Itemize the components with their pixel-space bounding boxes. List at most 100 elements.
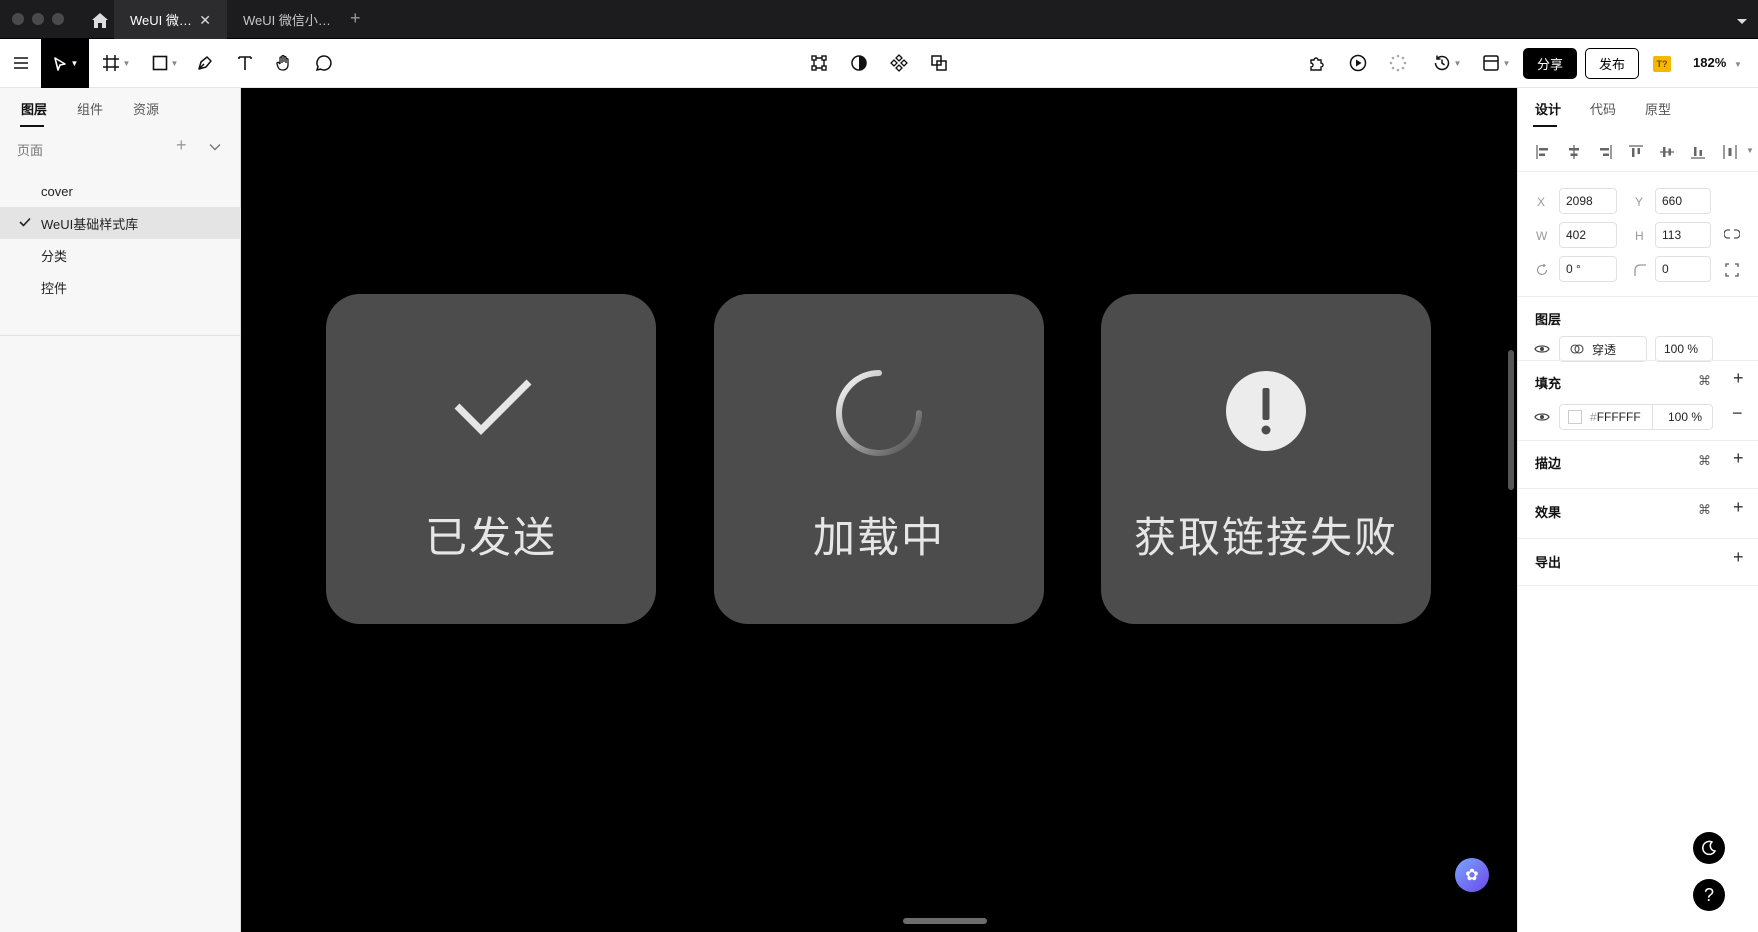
help-button[interactable]: ? <box>1693 879 1725 911</box>
fill-section-title: 填充 <box>1535 376 1562 391</box>
close-icon[interactable]: ✕ <box>199 12 211 29</box>
x-field[interactable]: 2098 <box>1559 188 1617 214</box>
create-component-button[interactable] <box>888 47 910 79</box>
active-tab-indicator <box>20 125 44 127</box>
rotation-field[interactable]: 0 ° <box>1559 256 1617 282</box>
page-item-weui-base[interactable]: WeUI基础样式库 <box>0 207 241 239</box>
align-top-icon[interactable] <box>1628 144 1644 160</box>
height-field[interactable]: 113 <box>1655 222 1711 248</box>
distribute-dropdown-icon[interactable]: ▼ <box>1746 146 1754 155</box>
add-stroke-icon[interactable]: + <box>1733 448 1744 469</box>
hand-tool-button[interactable] <box>273 47 295 79</box>
zoom-window-button[interactable] <box>52 13 64 25</box>
new-tab-button[interactable]: + <box>350 8 361 29</box>
tab-label: WeUI 微… <box>130 13 192 28</box>
blend-mode-select[interactable]: 穿透 <box>1559 336 1647 362</box>
constrain-proportions-icon[interactable] <box>1724 229 1740 239</box>
distribute-icon[interactable] <box>1722 144 1738 160</box>
eye-icon[interactable] <box>1534 411 1550 423</box>
align-bottom-icon[interactable] <box>1690 144 1706 160</box>
ai-assistant-icon[interactable]: ✿ <box>1455 858 1489 892</box>
font-missing-badge[interactable]: T? <box>1653 56 1671 72</box>
layer-opacity-field[interactable]: 100 % <box>1655 336 1713 362</box>
home-icon[interactable] <box>88 9 112 31</box>
play-prototype-button[interactable] <box>1347 47 1369 79</box>
stroke-section: 描边 ⌘ + <box>1518 440 1758 488</box>
chevron-down-icon[interactable] <box>209 139 221 154</box>
component-icon <box>890 54 908 72</box>
y-field[interactable]: 660 <box>1655 188 1711 214</box>
minimize-window-button[interactable] <box>32 13 44 25</box>
toast-error[interactable]: 获取链接失败 <box>1101 294 1431 624</box>
component-edit-button[interactable] <box>808 47 830 79</box>
tab-layers[interactable]: 图层 <box>21 99 47 118</box>
align-right-icon[interactable] <box>1597 144 1613 160</box>
radius-field[interactable]: 0 <box>1655 256 1711 282</box>
shape-tool-button[interactable]: ▼ <box>149 47 181 79</box>
frame-tool-button[interactable]: ▼ <box>100 47 132 79</box>
stroke-section-title: 描边 <box>1535 456 1562 471</box>
history-button[interactable]: ▼ <box>1430 47 1464 79</box>
play-icon <box>1349 54 1367 72</box>
align-center-h-icon[interactable] <box>1566 144 1582 160</box>
width-field[interactable]: 402 <box>1559 222 1617 248</box>
page-item-category[interactable]: 分类 <box>0 239 241 271</box>
mask-button[interactable] <box>848 47 870 79</box>
fill-color-field[interactable]: # FFFFFF 100 % <box>1559 404 1713 430</box>
layout-button[interactable]: ▼ <box>1479 47 1513 79</box>
vertical-scrollbar[interactable] <box>1508 350 1514 490</box>
horizontal-scrollbar[interactable] <box>903 918 987 924</box>
style-library-icon[interactable]: ⌘ <box>1698 373 1711 389</box>
right-panel: 设计 代码 原型 ▼ X 2098 Y 660 W 402 H 113 0 ° … <box>1517 88 1758 932</box>
pen-tool-button[interactable] <box>194 47 216 79</box>
check-icon <box>454 379 532 435</box>
puzzle-icon <box>1310 57 1324 71</box>
page-item-label: WeUI基础样式库 <box>41 216 139 232</box>
plugins-button[interactable] <box>1306 47 1328 79</box>
tab-components[interactable]: 组件 <box>77 99 103 118</box>
cursor-icon <box>53 56 66 71</box>
add-export-icon[interactable]: + <box>1733 547 1744 568</box>
page-item-controls[interactable]: 控件 <box>0 271 241 303</box>
boolean-union-icon <box>931 55 947 71</box>
fill-color-swatch[interactable] <box>1568 410 1582 424</box>
comment-tool-button[interactable] <box>313 47 335 79</box>
menu-icon[interactable] <box>8 47 34 79</box>
tab-design[interactable]: 设计 <box>1535 99 1561 118</box>
tab-code[interactable]: 代码 <box>1590 99 1616 118</box>
zoom-level[interactable]: 182% <box>1693 55 1726 70</box>
remove-fill-icon[interactable]: − <box>1732 403 1743 424</box>
align-left-icon[interactable] <box>1535 144 1551 160</box>
add-fill-icon[interactable]: + <box>1733 368 1744 389</box>
share-button[interactable]: 分享 <box>1523 48 1577 79</box>
add-page-icon[interactable]: + <box>176 135 187 156</box>
pages-header: 页面 + <box>0 128 241 168</box>
eye-icon[interactable] <box>1534 343 1550 355</box>
rotation-icon <box>1536 263 1548 276</box>
move-tool-button[interactable]: ▼ <box>41 39 89 88</box>
page-item-cover[interactable]: cover <box>0 175 241 207</box>
zoom-dropdown-icon[interactable]: ▼ <box>1734 60 1742 69</box>
align-middle-v-icon[interactable] <box>1659 144 1675 160</box>
alignment-toolbar: ▼ <box>1518 132 1758 172</box>
theme-toggle-button[interactable] <box>1693 832 1725 864</box>
boolean-button[interactable] <box>928 47 950 79</box>
design-canvas[interactable]: 已发送 加载中 获取链接失败 ✿ <box>241 88 1517 932</box>
add-effect-icon[interactable]: + <box>1733 497 1744 518</box>
x-label: X <box>1537 195 1546 209</box>
tab-weui-1[interactable]: WeUI 微… ✕ <box>114 0 227 39</box>
toast-loading[interactable]: 加载中 <box>714 294 1044 624</box>
tab-assets[interactable]: 资源 <box>133 99 159 118</box>
tabs-dropdown-icon[interactable] <box>1736 14 1748 29</box>
close-window-button[interactable] <box>12 13 24 25</box>
text-tool-button[interactable] <box>234 47 256 79</box>
publish-button[interactable]: 发布 <box>1585 48 1639 79</box>
tab-prototype[interactable]: 原型 <box>1645 99 1671 118</box>
independent-corners-icon[interactable] <box>1725 263 1739 277</box>
sync-status-icon <box>1387 47 1409 79</box>
toast-success[interactable]: 已发送 <box>326 294 656 624</box>
style-library-icon[interactable]: ⌘ <box>1698 502 1711 518</box>
tab-weui-2[interactable]: WeUI 微信小… <box>227 0 340 39</box>
style-library-icon[interactable]: ⌘ <box>1698 453 1711 469</box>
layer-section-title: 图层 <box>1535 312 1562 327</box>
